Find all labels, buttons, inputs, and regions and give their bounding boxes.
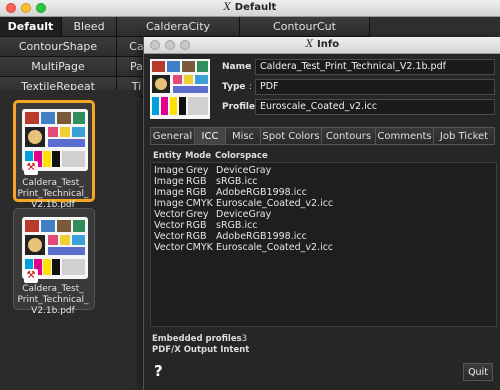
- main-titlebar[interactable]: X Default: [0, 0, 500, 17]
- config-tab-default[interactable]: Default: [0, 17, 62, 37]
- cell-colorspace: DeviceGray: [216, 165, 272, 176]
- name-colon: :: [249, 62, 253, 72]
- info-window-title: Info: [317, 39, 340, 50]
- config-tab-multipage[interactable]: MultiPage: [0, 57, 117, 77]
- x11-icon: X: [305, 39, 314, 50]
- name-field[interactable]: Caldera_Test_Print_Technical_V2.1b.pdf: [255, 59, 495, 75]
- x11-icon: X: [223, 2, 231, 13]
- config-tab-bleed[interactable]: Bleed: [62, 17, 117, 37]
- close-icon[interactable]: [6, 3, 16, 13]
- cell-entity: Vector: [154, 242, 185, 253]
- table-row[interactable]: Vector CMYK Euroscale_Coated_v2.icc: [154, 242, 333, 253]
- maximize-icon[interactable]: [36, 3, 46, 13]
- file-name-line: Caldera_Test_: [22, 284, 84, 294]
- file-name-label: Caldera_Test_ Print_Technical_ V2.1b.pdf: [8, 178, 98, 211]
- profile-field[interactable]: Euroscale_Coated_v2.icc: [255, 99, 495, 115]
- cell-mode: Grey: [186, 209, 209, 220]
- cell-entity: Vector: [154, 220, 185, 231]
- config-row-1: Default Bleed CalderaCity ContourCut: [0, 17, 370, 37]
- cell-entity: Image: [154, 165, 184, 176]
- pdfx-output-intent-label: PDF/X Output Intent: [152, 345, 250, 355]
- cell-mode: RGB: [186, 220, 207, 231]
- tab-contours[interactable]: Contours: [322, 127, 376, 145]
- cell-entity: Vector: [154, 231, 185, 242]
- config-row-3: MultiPage Pa: [0, 57, 157, 77]
- cell-entity: Image: [154, 176, 184, 187]
- tab-misc[interactable]: Misc: [226, 127, 261, 145]
- cell-colorspace: Euroscale_Coated_v2.icc: [216, 198, 334, 209]
- table-row[interactable]: Image RGB AdobeRGB1998.icc: [154, 187, 307, 198]
- tab-job-ticket[interactable]: Job Ticket: [434, 127, 495, 145]
- type-field[interactable]: PDF: [255, 79, 495, 95]
- type-label: Type: [222, 82, 246, 92]
- file-name-label: Caldera_Test_ Print_Technical_ V2.1b.pdf: [8, 284, 98, 317]
- icc-table-header: Entity Mode Colorspace: [153, 151, 268, 161]
- info-window: X Info Name : Caldera_Test_Print_Technica…: [143, 37, 500, 390]
- embedded-profiles-label: Embedded profiles: [152, 334, 242, 344]
- cell-colorspace: DeviceGray: [216, 209, 272, 220]
- cell-colorspace: sRGB.icc: [216, 176, 258, 187]
- tab-spot-colors[interactable]: Spot Colors: [261, 127, 322, 145]
- file-name-line: Caldera_Test_: [22, 178, 84, 188]
- embedded-profiles-count: 3: [241, 334, 247, 344]
- quit-button[interactable]: Quit: [463, 363, 493, 381]
- tab-comments[interactable]: Comments: [376, 127, 434, 145]
- maximize-icon[interactable]: [180, 40, 190, 50]
- cell-entity: Image: [154, 187, 184, 198]
- config-tab-contourcut[interactable]: ContourCut: [240, 17, 370, 37]
- main-window-title: Default: [234, 2, 277, 13]
- table-row[interactable]: Image RGB sRGB.icc: [154, 176, 258, 187]
- cell-entity: Image: [154, 198, 184, 209]
- icc-table[interactable]: Image Grey DeviceGray Image RGB sRGB.icc…: [150, 162, 497, 327]
- column-header-colorspace: Colorspace: [215, 151, 268, 161]
- minimize-icon[interactable]: [165, 40, 175, 50]
- profile-colon: :: [249, 102, 253, 112]
- type-colon: :: [249, 82, 253, 92]
- cell-colorspace: AdobeRGB1998.icc: [216, 187, 307, 198]
- minimize-icon[interactable]: [21, 3, 31, 13]
- help-button[interactable]: ?: [154, 362, 163, 380]
- cell-entity: Vector: [154, 209, 185, 220]
- file-name-line: Print_Technical_: [17, 295, 89, 305]
- cell-colorspace: AdobeRGB1998.icc: [216, 231, 307, 242]
- file-name-line: V2.1b.pdf: [31, 306, 75, 316]
- pdf-icon: ⚒: [24, 161, 38, 175]
- table-row[interactable]: Image Grey DeviceGray: [154, 165, 271, 176]
- tab-icc[interactable]: ICC: [195, 127, 226, 145]
- table-row[interactable]: Vector RGB sRGB.icc: [154, 220, 258, 231]
- info-titlebar[interactable]: X Info: [144, 37, 500, 54]
- info-tabs: General ICC Misc Spot Colors Contours Co…: [150, 127, 495, 145]
- table-row[interactable]: Vector RGB AdobeRGB1998.icc: [154, 231, 307, 242]
- cell-mode: RGB: [186, 187, 207, 198]
- cell-mode: CMYK: [186, 198, 213, 209]
- name-label: Name: [222, 62, 252, 72]
- table-row[interactable]: Image CMYK Euroscale_Coated_v2.icc: [154, 198, 333, 209]
- close-icon[interactable]: [150, 40, 160, 50]
- cell-colorspace: sRGB.icc: [216, 220, 258, 231]
- config-tab-calderacity[interactable]: CalderaCity: [117, 17, 240, 37]
- file-name-line: Print_Technical_: [17, 189, 89, 199]
- cell-mode: Grey: [186, 165, 209, 176]
- embedded-profiles-value: : 3: [236, 334, 247, 344]
- cell-mode: CMYK: [186, 242, 213, 253]
- table-row[interactable]: Vector Grey DeviceGray: [154, 209, 271, 220]
- tab-general[interactable]: General: [150, 127, 195, 145]
- column-header-entity: Entity: [153, 151, 182, 161]
- pdf-icon: ⚒: [24, 269, 38, 283]
- cell-mode: RGB: [186, 231, 207, 242]
- column-header-mode: Mode: [185, 151, 212, 161]
- file-preview-image: [150, 59, 210, 119]
- config-tab-contourshape[interactable]: ContourShape: [0, 37, 117, 57]
- cell-colorspace: Euroscale_Coated_v2.icc: [216, 242, 334, 253]
- cell-mode: RGB: [186, 176, 207, 187]
- config-row-2: ContourShape Ca: [0, 37, 157, 57]
